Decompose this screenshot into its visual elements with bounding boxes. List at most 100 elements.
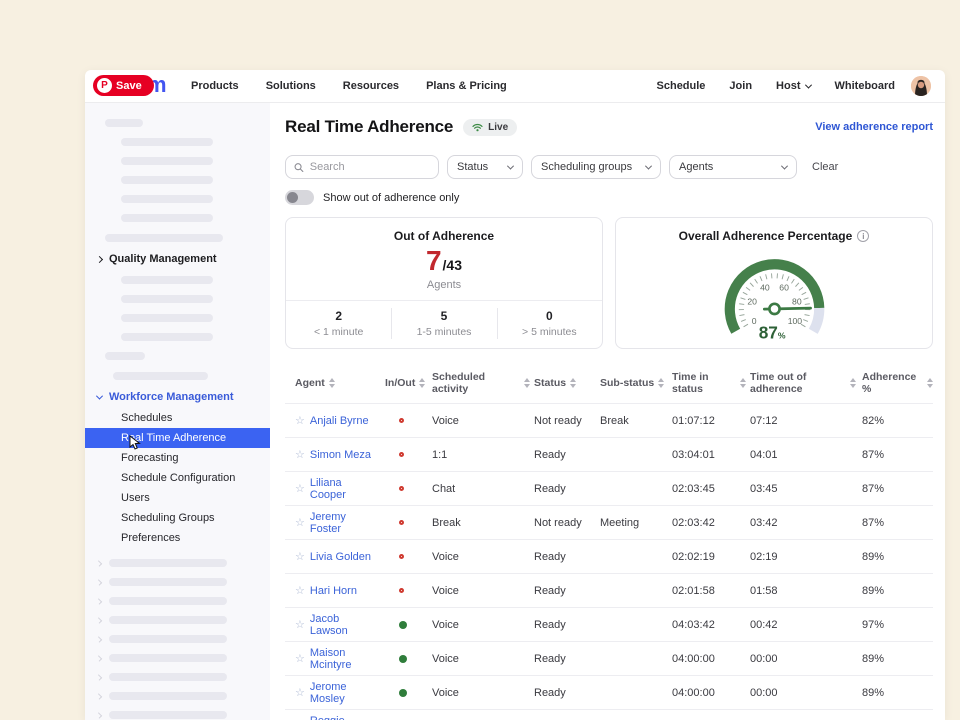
cell-adherence: 97% [856,619,933,631]
sidebar: Quality Management Workforce Management … [85,103,270,720]
column-label: Adherence % [862,371,923,395]
svg-text:60: 60 [779,283,789,293]
out-of-adherence-dot [399,486,404,491]
pinterest-save-button[interactable]: P Save [93,75,154,96]
skeleton-bar [121,195,213,203]
star-icon[interactable]: ☆ [295,550,305,563]
out-of-adherence-count: 7 [426,247,442,275]
user-avatar[interactable] [911,76,931,96]
agent-name-link[interactable]: Liliana Cooper [310,477,380,501]
nav-host[interactable]: Host [776,80,810,92]
nav-schedule[interactable]: Schedule [657,80,706,92]
sidebar-item-quality-management[interactable]: Quality Management [85,242,270,265]
chevron-right-icon [96,693,102,699]
live-badge: Live [463,119,517,136]
column-header-scheduled-activity[interactable]: Scheduled activity [428,371,530,395]
cell-scheduled-activity: Voice [428,415,530,427]
column-header-time-out-of-adherence[interactable]: Time out of adherence [746,371,856,395]
skeleton-bar [109,635,227,643]
out-of-adherence-card: Out of Adherence 7 /43 Agents 2 < 1 minu… [285,217,603,349]
sidebar-item-users[interactable]: Users [85,488,270,508]
table-row: ☆ Jacob Lawson Voice Ready 04:03:42 00:4… [285,607,933,641]
nav-products[interactable]: Products [191,80,239,92]
agent-cell: ☆ Maison Mcintyre [285,647,380,671]
status-filter-label: Status [457,161,488,173]
column-header-sub-status[interactable]: Sub-status [596,377,668,389]
scheduling-groups-filter-dropdown[interactable]: Scheduling groups [531,155,661,179]
cell-time-out-of-adherence: 02:19 [746,551,856,563]
clear-filters-button[interactable]: Clear [812,161,838,173]
agent-name-link[interactable]: Jeremy Foster [310,511,380,535]
agent-name-link[interactable]: Simon Meza [310,449,371,461]
star-icon[interactable]: ☆ [295,652,305,665]
scheduling-groups-filter-label: Scheduling groups [541,161,632,173]
star-icon[interactable]: ☆ [295,414,305,427]
column-header-adherence[interactable]: Adherence % [856,371,933,395]
agent-name-link[interactable]: Livia Golden [310,551,371,563]
sidebar-item-schedule-configuration[interactable]: Schedule Configuration [85,468,270,488]
agents-filter-dropdown[interactable]: Agents [669,155,797,179]
star-icon[interactable]: ☆ [295,686,305,699]
agent-cell: ☆ Reggie Pearson [285,715,380,720]
inout-cell [380,655,428,663]
cell-scheduled-activity: 1:1 [428,449,530,461]
agent-name-link[interactable]: Hari Horn [310,585,357,597]
search-icon [294,162,304,173]
column-header-inout[interactable]: In/Out [380,377,428,389]
cell-adherence: 89% [856,687,933,699]
status-filter-dropdown[interactable]: Status [447,155,523,179]
agents-unit-label: Agents [286,279,602,301]
sidebar-item-preferences[interactable]: Preferences [85,528,270,548]
sort-icon [570,378,576,388]
nav-whiteboard[interactable]: Whiteboard [835,80,896,92]
out-of-adherence-toggle[interactable] [285,190,314,205]
skeleton-bar [109,673,227,681]
search-input[interactable] [310,161,430,173]
agent-name-link[interactable]: Reggie Pearson [310,715,380,720]
agent-name-link[interactable]: Jerome Mosley [310,681,380,705]
nav-solutions[interactable]: Solutions [266,80,316,92]
nav-plans-pricing[interactable]: Plans & Pricing [426,80,507,92]
chevron-down-icon [781,162,788,169]
column-header-time-in-status[interactable]: Time in status [668,371,746,395]
view-adherence-report-link[interactable]: View adherence report [815,121,933,133]
sidebar-item-forecasting[interactable]: Forecasting [85,448,270,468]
agent-name-link[interactable]: Jacob Lawson [310,613,380,637]
bucket-label: < 1 minute [286,326,391,338]
agent-name-link[interactable]: Maison Mcintyre [310,647,380,671]
inout-cell [380,621,428,629]
star-icon[interactable]: ☆ [295,448,305,461]
cell-time-in-status: 02:02:19 [668,551,746,563]
skeleton-row [97,654,270,662]
cell-status: Not ready [530,415,596,427]
workforce-submenu: Schedules Real Time Adherence Forecastin… [85,408,270,548]
sidebar-item-schedules[interactable]: Schedules [85,408,270,428]
agent-cell: ☆ Anjali Byrne [285,414,380,427]
inout-cell [380,418,428,423]
sidebar-item-scheduling-groups[interactable]: Scheduling Groups [85,508,270,528]
nav-resources[interactable]: Resources [343,80,399,92]
skeleton-row [97,559,270,567]
secondary-nav: Schedule Join Host Whiteboard [657,80,895,92]
agents-filter-label: Agents [679,161,713,173]
agent-name-link[interactable]: Anjali Byrne [310,415,369,427]
skeleton-bar [121,138,213,146]
nav-join[interactable]: Join [729,80,752,92]
star-icon[interactable]: ☆ [295,482,305,495]
column-header-status[interactable]: Status [530,377,596,389]
out-of-adherence-dot [399,452,404,457]
sidebar-item-workforce-management[interactable]: Workforce Management [85,380,270,403]
star-icon[interactable]: ☆ [295,584,305,597]
agent-cell: ☆ Livia Golden [285,550,380,563]
info-icon[interactable]: i [857,230,869,242]
inout-cell [380,452,428,457]
star-icon[interactable]: ☆ [295,618,305,631]
star-icon[interactable]: ☆ [295,516,305,529]
sidebar-item-real-time-adherence[interactable]: Real Time Adherence [85,428,270,448]
cell-status: Ready [530,585,596,597]
quality-management-label: Quality Management [109,253,217,265]
chevron-down-icon [804,81,811,88]
cell-status: Ready [530,449,596,461]
column-header-agent[interactable]: Agent [285,377,380,389]
cell-adherence: 89% [856,653,933,665]
